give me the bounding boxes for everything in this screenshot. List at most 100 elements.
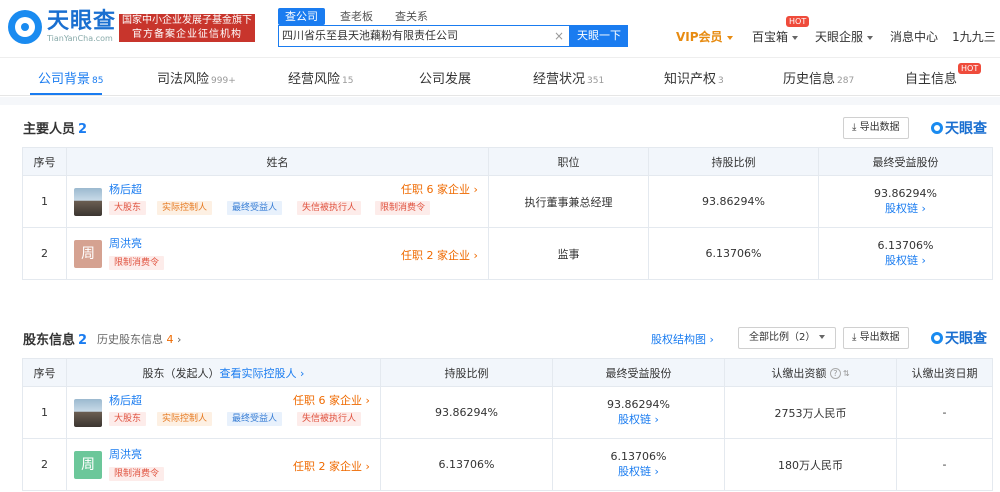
person-cell: 周 周洪亮 任职 2 家企业 › 限制消费令 — [66, 227, 489, 280]
tab-label: 公司背景 — [38, 72, 91, 87]
col-header-label: 认缴出资额 — [771, 366, 827, 380]
export-label: 导出数据 — [859, 332, 900, 343]
user-menu[interactable]: 1九九三 — [952, 28, 1000, 45]
row-number: 2 — [22, 227, 67, 280]
logo-eye-icon — [8, 10, 42, 44]
holder-name[interactable]: 杨后超 — [109, 392, 142, 408]
gov-badge[interactable]: 国家中小企业发展子基金旗下 官方备案企业征信机构 — [119, 14, 255, 42]
avatar[interactable]: 周 — [74, 239, 102, 268]
chain-label: 股权链 — [885, 254, 919, 267]
search-tab-company[interactable]: 查公司 — [278, 8, 325, 25]
date-cell: - — [896, 386, 993, 439]
row-number: 1 — [22, 175, 67, 228]
positions-link[interactable]: 任职 2 家企业 › — [293, 458, 370, 474]
row-number: 2 — [22, 438, 67, 491]
history-holders-link[interactable]: 历史股东信息 4 › — [97, 331, 181, 347]
col-header: 最终受益股份 — [818, 147, 993, 176]
equity-chain-link[interactable]: 股权链 › — [819, 200, 992, 216]
vip-menu[interactable]: VIP会员 — [676, 28, 733, 45]
equity-chain-link[interactable]: 股权链 › — [553, 411, 724, 427]
tag-consumption-limit: 限制消费令 — [375, 200, 431, 215]
positions-text: 任职 6 家企业 — [293, 393, 362, 407]
position-cell: 监事 — [488, 227, 649, 280]
tab-label: 司法风险 — [157, 72, 210, 87]
avatar[interactable] — [74, 398, 102, 427]
equity-chain-link[interactable]: 股权链 › — [553, 463, 724, 479]
person-cell: 杨后超 任职 6 家企业 › 大股东 实际控制人 最终受益人 失信被执行人 限制… — [66, 175, 489, 228]
benefit-cell: 93.86294% 股权链 › — [818, 175, 993, 228]
person-name[interactable]: 周洪亮 — [109, 235, 142, 251]
tab-operating-status[interactable]: 经营状况 351 — [533, 68, 604, 87]
brand-text: 天眼查 — [945, 121, 987, 137]
col-header: 认缴出资日期 — [896, 358, 993, 387]
search-tab-relation[interactable]: 查关系 — [388, 8, 435, 25]
avatar[interactable] — [74, 187, 102, 216]
table-row: 2 周 周洪亮 任职 2 家企业 › 限制消费令 监事 6.13706% 6.1… — [22, 227, 993, 280]
holders-count: 2 — [78, 333, 88, 348]
help-icon[interactable]: ? — [829, 368, 841, 379]
holders-section-title: 股东信息 2 — [23, 329, 87, 348]
tab-count: 15 — [342, 76, 354, 86]
tab-intellectual-property[interactable]: 知识产权 3 — [664, 68, 724, 87]
staff-table: 序号 姓名 职位 持股比例 最终受益股份 1 杨后超 任职 6 家企业 › 大股… — [22, 147, 993, 280]
ratio-cell: 6.13706% — [380, 438, 553, 491]
col-header-label: 股东（发起人） — [142, 366, 220, 380]
equity-structure-link[interactable]: 股权结构图 › — [651, 331, 714, 347]
tab-company-development[interactable]: 公司发展 — [419, 68, 471, 87]
amount-cell: 2753万人民币 — [724, 386, 897, 439]
site-logo[interactable]: 天眼查 TianYanCha.com — [8, 10, 116, 44]
structure-label: 股权结构图 — [651, 333, 706, 346]
controller-link-label: 查看实际控股人 — [219, 366, 297, 380]
benefit-cell: 6.13706% 股权链 › — [552, 438, 725, 491]
holder-name[interactable]: 周洪亮 — [109, 446, 142, 462]
tab-count: 85 — [92, 76, 104, 86]
tag-beneficiary: 最终受益人 — [227, 200, 283, 215]
chevron-down-icon — [726, 35, 733, 40]
tag-beneficiary: 最终受益人 — [227, 411, 283, 426]
tag-actual-controller: 实际控制人 — [157, 200, 213, 215]
message-center[interactable]: 消息中心 — [890, 28, 938, 45]
col-header: 姓名 — [66, 147, 489, 176]
avatar[interactable]: 周 — [74, 450, 102, 479]
clear-icon[interactable]: × — [554, 25, 566, 47]
tab-history[interactable]: 历史信息 287 — [783, 68, 854, 87]
chain-label: 股权链 — [618, 413, 652, 426]
tag-dishonest: 失信被执行人 — [297, 200, 362, 215]
tab-self-info[interactable]: 自主信息 — [905, 68, 957, 87]
positions-text: 任职 2 家企业 — [293, 459, 362, 473]
positions-link[interactable]: 任职 2 家企业 › — [401, 247, 478, 263]
hot-badge: HOT — [958, 63, 982, 74]
col-header: 最终受益股份 — [552, 358, 725, 387]
export-button[interactable]: ⤓ 导出数据 — [843, 327, 909, 349]
ratio-cell: 93.86294% — [380, 386, 553, 439]
tab-count: 287 — [837, 76, 855, 86]
tab-company-background[interactable]: 公司背景 85 — [38, 68, 103, 87]
equity-chain-link[interactable]: 股权链 › — [819, 252, 992, 268]
ratio-filter-select[interactable]: 全部比例（2） — [738, 327, 837, 349]
search-input[interactable]: 四川省乐至县天池藕粉有限责任公司 — [282, 25, 552, 47]
download-icon: ⤓ — [852, 332, 860, 343]
col-header: 股东（发起人）查看实际控股人 › — [66, 358, 381, 387]
qifu-menu[interactable]: 天眼企服 — [815, 28, 874, 45]
ratio-cell: 93.86294% — [648, 175, 819, 228]
table-row: 1 杨后超 任职 6 家企业 › 大股东 实际控制人 最终受益人 失信被执行人 … — [22, 175, 993, 228]
benefit-value: 6.13706% — [610, 450, 667, 463]
history-count: 4 — [166, 333, 174, 346]
divider — [0, 97, 1000, 105]
positions-link[interactable]: 任职 6 家企业 › — [401, 181, 478, 197]
person-name[interactable]: 杨后超 — [109, 181, 142, 197]
view-controller-link[interactable]: 查看实际控股人 › — [220, 367, 305, 380]
export-button[interactable]: ⤓ 导出数据 — [843, 117, 909, 139]
search-button[interactable]: 天眼一下 — [570, 25, 628, 47]
sort-icon[interactable]: ⇅ — [843, 369, 850, 378]
tab-count: 3 — [718, 76, 724, 86]
tab-count: 351 — [587, 76, 605, 86]
tab-business-risk[interactable]: 经营风险 15 — [288, 68, 353, 87]
search-tab-boss[interactable]: 查老板 — [333, 8, 380, 25]
tab-judicial-risk[interactable]: 司法风险 999+ — [157, 68, 236, 87]
col-header: 序号 — [22, 358, 67, 387]
baibaoxiang-menu[interactable]: 百宝箱 — [752, 28, 799, 45]
user-name: 1九九三 — [952, 30, 996, 44]
select-value: 全部比例（2） — [749, 332, 816, 343]
positions-link[interactable]: 任职 6 家企业 › — [293, 392, 370, 408]
